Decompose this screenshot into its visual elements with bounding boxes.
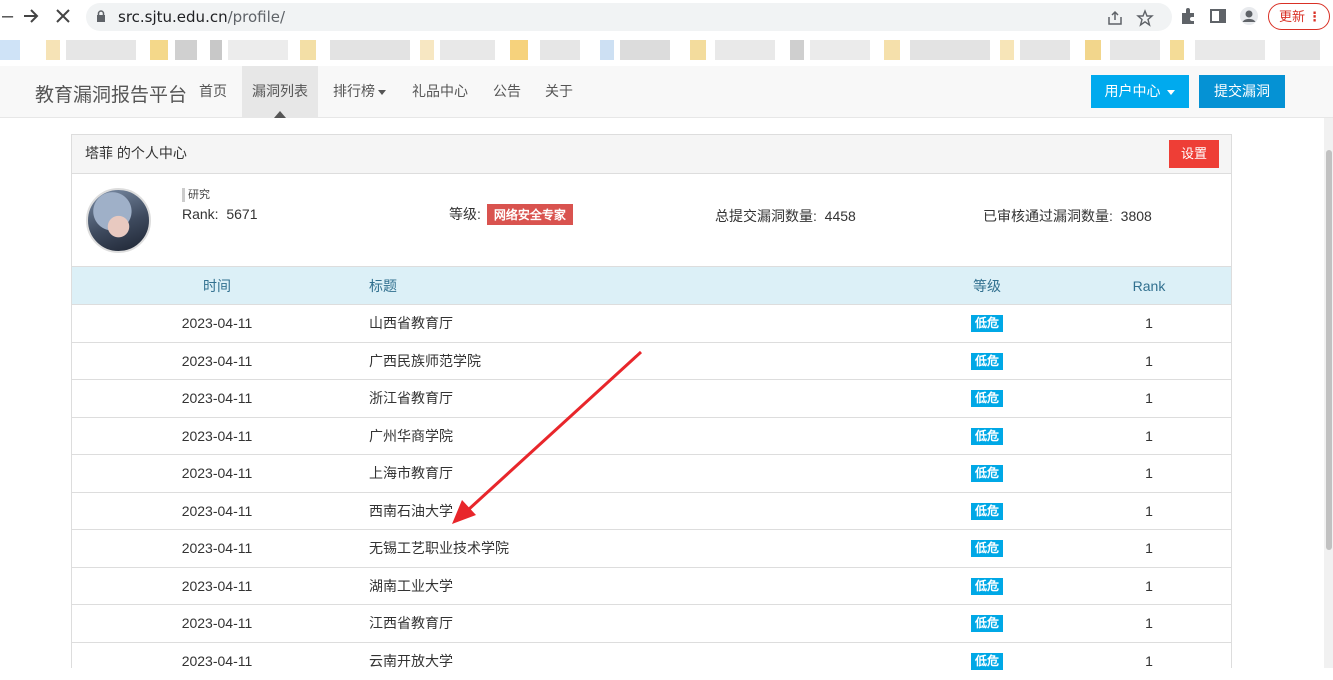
severity-badge: 低危 [970, 315, 1003, 333]
cell-time: 2023-04-11 [72, 454, 362, 492]
cell-title-link[interactable]: 山西省教育厅 [362, 304, 907, 342]
nav-leaderboard[interactable]: 排行榜 [333, 66, 386, 117]
cell-title-link[interactable]: 西南石油大学 [362, 491, 907, 530]
table-row: 2023-04-11 湖南工业大学 低危 1 [72, 566, 1231, 605]
total-submitted-stat: 总提交漏洞数量: 4458 [715, 208, 856, 224]
cell-time: 2023-04-11 [72, 529, 362, 567]
cell-time: 2023-04-11 [72, 491, 362, 530]
cell-time: 2023-04-11 [72, 604, 362, 642]
table-row: 2023-04-11 广州华商学院 低危 1 [72, 416, 1231, 455]
more-vert-icon: ⋮ [1308, 9, 1321, 24]
nav-gift-center[interactable]: 礼品中心 [412, 66, 468, 117]
col-header-rank: Rank [1067, 266, 1231, 305]
cell-title-link[interactable]: 湖南工业大学 [362, 566, 907, 605]
panel-header: 塔菲 的个人中心 设置 [72, 135, 1231, 174]
cell-title-link[interactable]: 无锡工艺职业技术学院 [362, 529, 907, 567]
chevron-down-icon [1167, 89, 1176, 95]
severity-badge: 低危 [970, 502, 1003, 520]
cell-rank: 1 [1067, 529, 1231, 567]
cell-rank: 1 [1067, 566, 1231, 605]
stop-icon[interactable] [55, 8, 71, 24]
cell-title-link[interactable]: 江西省教育厅 [362, 604, 907, 642]
address-bar[interactable]: src.sjtu.edu.cn/profile/ [86, 3, 1172, 31]
cell-title-link[interactable]: 上海市教育厅 [362, 454, 907, 492]
share-icon[interactable] [1106, 9, 1124, 27]
lock-icon [97, 10, 105, 22]
approved-stat: 已审核通过漏洞数量: 3808 [983, 208, 1152, 224]
cell-time: 2023-04-11 [72, 641, 362, 680]
table-row: 2023-04-11 浙江省教育厅 低危 1 [72, 379, 1231, 417]
table-row: 2023-04-11 云南开放大学 低危 1 [72, 641, 1231, 680]
table-row: 2023-04-11 上海市教育厅 低危 1 [72, 454, 1231, 492]
bookmarks-bar-redacted [0, 34, 1333, 64]
profile-avatar-icon[interactable] [1239, 6, 1259, 26]
cell-title-link[interactable]: 广西民族师范学院 [362, 341, 907, 380]
extensions-icon[interactable] [1178, 6, 1198, 26]
page-title: 塔菲 的个人中心 [85, 145, 187, 161]
nav-home[interactable]: 首页 [199, 66, 227, 117]
bookmark-star-icon[interactable] [1136, 9, 1154, 27]
user-motto: 研究 [182, 188, 210, 202]
severity-badge: 低危 [970, 540, 1003, 558]
active-indicator-icon [274, 111, 286, 118]
severity-badge: 低危 [970, 465, 1003, 483]
profile-panel: 塔菲 的个人中心 设置 研究 Rank: 5671 等级: 网络安全专家 总提交漏… [71, 134, 1232, 680]
back-icon[interactable]: – [2, 6, 13, 26]
cell-rank: 1 [1067, 491, 1231, 530]
cell-rank: 1 [1067, 604, 1231, 642]
page-scrollbar-thumb[interactable] [1326, 150, 1332, 550]
nav-vuln-list[interactable]: 漏洞列表 [242, 66, 318, 117]
cell-rank: 1 [1067, 341, 1231, 380]
chevron-down-icon [378, 89, 386, 95]
settings-button[interactable]: 设置 [1169, 140, 1219, 168]
severity-badge: 低危 [970, 653, 1003, 670]
table-row: 2023-04-11 江西省教育厅 低危 1 [72, 604, 1231, 642]
level-stat: 等级: 网络安全专家 [449, 204, 573, 225]
col-header-title: 标题 [362, 266, 907, 305]
cell-title-link[interactable]: 浙江省教育厅 [362, 379, 907, 417]
cell-time: 2023-04-11 [72, 416, 362, 455]
rank-stat: Rank: 5671 [182, 206, 258, 222]
cell-title-link[interactable]: 广州华商学院 [362, 416, 907, 455]
nav-announcements[interactable]: 公告 [493, 66, 521, 117]
severity-badge: 低危 [970, 427, 1003, 445]
cell-rank: 1 [1067, 641, 1231, 680]
cell-rank: 1 [1067, 304, 1231, 342]
url-text: src.sjtu.edu.cn/profile/ [118, 8, 286, 26]
submit-vuln-button[interactable]: 提交漏洞 [1199, 75, 1285, 108]
nav-about[interactable]: 关于 [545, 66, 573, 117]
table-row: 2023-04-11 山西省教育厅 低危 1 [72, 304, 1231, 342]
side-panel-icon[interactable] [1208, 6, 1228, 26]
site-brand[interactable]: 教育漏洞报告平台 [35, 80, 187, 107]
severity-badge: 低危 [970, 577, 1003, 595]
severity-badge: 低危 [970, 352, 1003, 370]
cell-time: 2023-04-11 [72, 566, 362, 605]
vuln-table: 时间 标题 等级 Rank 2023-04-11 山西省教育厅 低危 1 202… [72, 266, 1231, 680]
table-row: 2023-04-11 广西民族师范学院 低危 1 [72, 341, 1231, 380]
table-row: 2023-04-11 无锡工艺职业技术学院 低危 1 [72, 529, 1231, 567]
col-header-time: 时间 [72, 266, 362, 305]
cell-rank: 1 [1067, 416, 1231, 455]
user-center-button[interactable]: 用户中心 [1091, 75, 1189, 108]
table-header-row: 时间 标题 等级 Rank [72, 266, 1231, 305]
cell-rank: 1 [1067, 379, 1231, 417]
avatar [86, 188, 151, 253]
forward-icon[interactable] [22, 7, 40, 25]
cell-rank: 1 [1067, 454, 1231, 492]
cell-time: 2023-04-11 [72, 379, 362, 417]
update-button[interactable]: 更新 ⋮ [1268, 3, 1330, 30]
level-badge: 网络安全专家 [486, 204, 573, 225]
cell-time: 2023-04-11 [72, 341, 362, 380]
col-header-level: 等级 [907, 266, 1067, 305]
severity-badge: 低危 [970, 615, 1003, 633]
cell-title-link[interactable]: 云南开放大学 [362, 641, 907, 680]
severity-badge: 低危 [970, 390, 1003, 408]
browser-toolbar: – src.sjtu.edu.cn/profile/ 更新 ⋮ [0, 0, 1333, 34]
cell-time: 2023-04-11 [72, 304, 362, 342]
table-row: 2023-04-11 西南石油大学 低危 1 [72, 491, 1231, 530]
